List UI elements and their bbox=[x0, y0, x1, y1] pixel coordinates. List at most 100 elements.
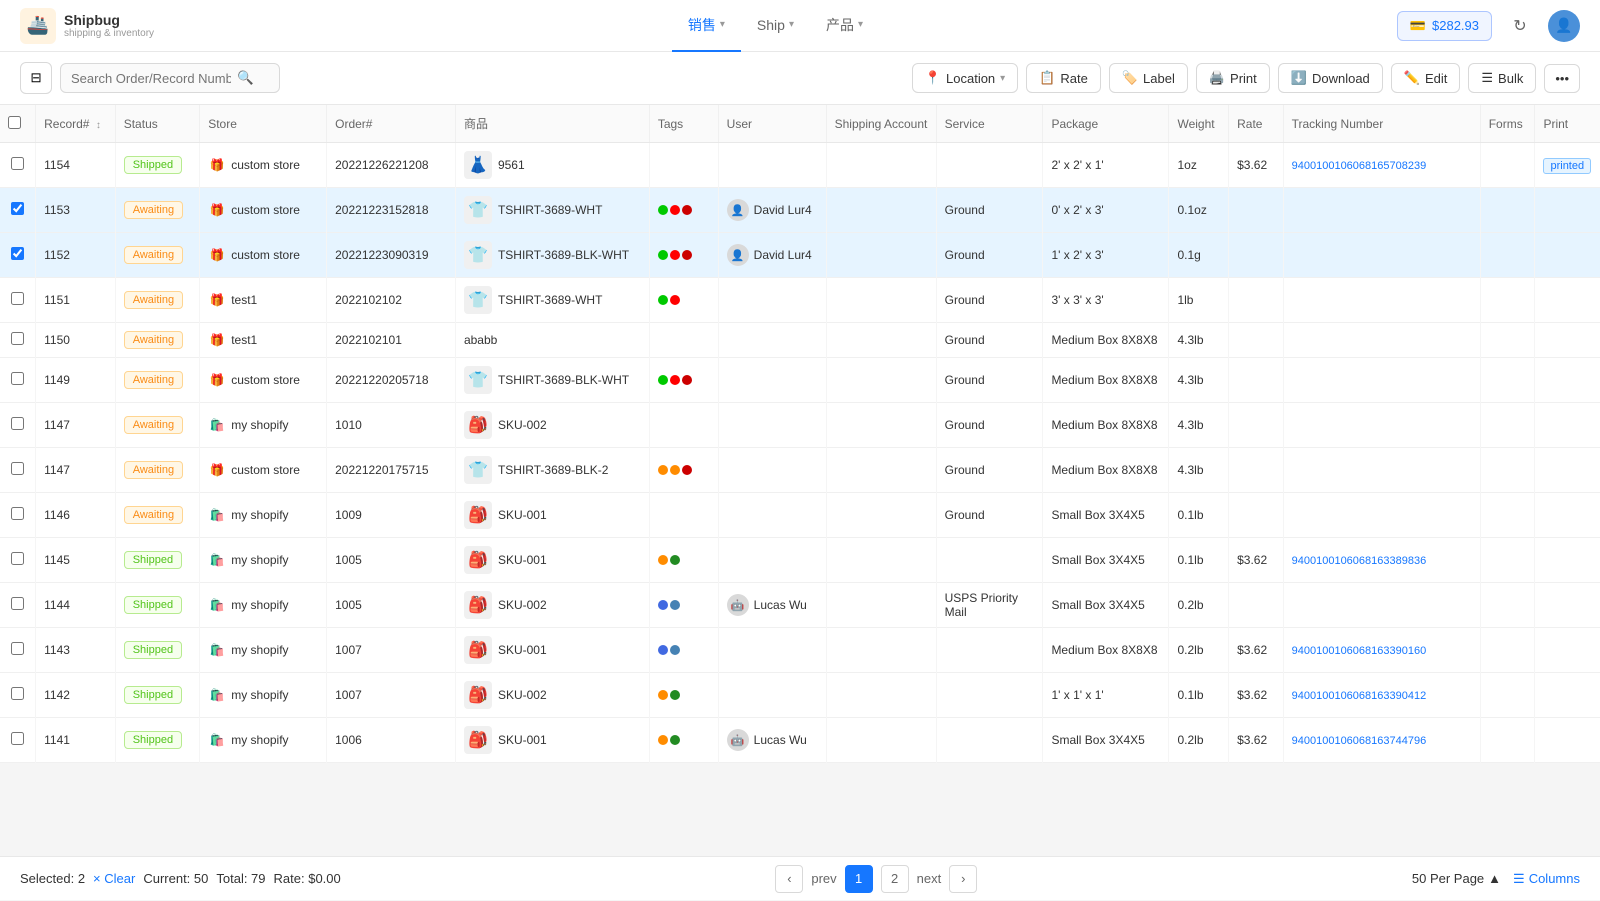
columns-button[interactable]: ☰ Columns bbox=[1513, 871, 1580, 887]
filter-button[interactable]: ⊟ bbox=[20, 62, 52, 94]
tracking-link[interactable]: 9400100106068163744796 bbox=[1292, 735, 1427, 747]
per-page-selector[interactable]: 50 Per Page ▲ bbox=[1412, 871, 1501, 886]
rate-cell bbox=[1229, 583, 1284, 628]
bulk-button[interactable]: ☰ Bulk bbox=[1468, 63, 1536, 93]
search-input[interactable] bbox=[71, 71, 231, 86]
tracking-cell bbox=[1283, 233, 1480, 278]
product-image: 🎒 bbox=[464, 681, 492, 709]
package-cell: 0' x 2' x 3' bbox=[1043, 188, 1169, 233]
row-checkbox[interactable] bbox=[11, 597, 24, 610]
th-service: Service bbox=[936, 105, 1043, 143]
print-status-cell bbox=[1535, 673, 1600, 718]
tracking-link[interactable]: 9400100106068165708239 bbox=[1292, 160, 1427, 172]
row-checkbox[interactable] bbox=[11, 372, 24, 385]
product-image: 👕 bbox=[464, 286, 492, 314]
row-checkbox[interactable] bbox=[11, 202, 24, 215]
forms-cell bbox=[1480, 323, 1535, 358]
order-number: 1007 bbox=[327, 673, 456, 718]
app-header: 🚢 Shipbug shipping & inventory 销售 ▾ Ship… bbox=[0, 0, 1600, 52]
label-button[interactable]: 🏷️ Label bbox=[1109, 63, 1188, 93]
row-checkbox[interactable] bbox=[11, 157, 24, 170]
prev-page-label[interactable]: prev bbox=[811, 871, 836, 886]
tag-dot bbox=[670, 465, 680, 475]
location-button[interactable]: 📍 Location ▾ bbox=[912, 63, 1018, 93]
row-checkbox[interactable] bbox=[11, 687, 24, 700]
rate-icon: 📋 bbox=[1039, 70, 1055, 86]
tracking-link[interactable]: 9400100106068163389836 bbox=[1292, 555, 1427, 567]
rate-cell: $3.62 bbox=[1229, 628, 1284, 673]
edit-button[interactable]: ✏️ Edit bbox=[1391, 63, 1461, 93]
user-cell: 👤David Lur4 bbox=[718, 233, 826, 278]
prev-page-button[interactable]: ‹ bbox=[775, 865, 803, 893]
more-button[interactable]: ••• bbox=[1544, 64, 1580, 93]
nav-ship[interactable]: Ship ▾ bbox=[741, 0, 810, 52]
row-checkbox[interactable] bbox=[11, 417, 24, 430]
row-checkbox[interactable] bbox=[11, 462, 24, 475]
tags-cell bbox=[649, 718, 718, 763]
next-page-label[interactable]: next bbox=[917, 871, 942, 886]
balance-button[interactable]: 💳 $282.93 bbox=[1397, 11, 1492, 41]
order-number: 2022102101 bbox=[327, 323, 456, 358]
tags-cell bbox=[649, 323, 718, 358]
record-id: 1149 bbox=[36, 358, 116, 403]
rate-cell: $3.62 bbox=[1229, 143, 1284, 188]
row-checkbox[interactable] bbox=[11, 247, 24, 260]
clear-selection-button[interactable]: × Clear bbox=[93, 871, 135, 886]
service-cell bbox=[936, 673, 1043, 718]
row-checkbox[interactable] bbox=[11, 552, 24, 565]
next-page-button[interactable]: › bbox=[949, 865, 977, 893]
package-cell: Small Box 3X4X5 bbox=[1043, 538, 1169, 583]
page-2-button[interactable]: 2 bbox=[881, 865, 909, 893]
record-id: 1147 bbox=[36, 448, 116, 493]
columns-icon: ☰ bbox=[1513, 871, 1525, 887]
store-cell: 🛍️my shopify bbox=[200, 628, 327, 673]
forms-cell bbox=[1480, 538, 1535, 583]
record-id: 1146 bbox=[36, 493, 116, 538]
tag-dot bbox=[670, 295, 680, 305]
tracking-link[interactable]: 9400100106068163390412 bbox=[1292, 690, 1427, 702]
weight-cell: 1lb bbox=[1169, 278, 1229, 323]
tracking-link[interactable]: 9400100106068163390160 bbox=[1292, 645, 1427, 657]
th-weight: Weight bbox=[1169, 105, 1229, 143]
service-cell: USPS Priority Mail bbox=[936, 583, 1043, 628]
footer-left: Selected: 2 × Clear Current: 50 Total: 7… bbox=[20, 871, 341, 886]
nav-products[interactable]: 产品 ▾ bbox=[810, 0, 879, 52]
row-checkbox[interactable] bbox=[11, 507, 24, 520]
page-1-button[interactable]: 1 bbox=[845, 865, 873, 893]
th-order: Order# bbox=[327, 105, 456, 143]
prev-arrow-icon: ‹ bbox=[787, 871, 791, 886]
select-all-checkbox[interactable] bbox=[8, 116, 21, 129]
next-arrow-icon: › bbox=[961, 871, 965, 886]
row-checkbox[interactable] bbox=[11, 292, 24, 305]
avatar-image: 👤 bbox=[1555, 17, 1572, 34]
print-status-cell bbox=[1535, 323, 1600, 358]
shipping-account-cell bbox=[826, 718, 936, 763]
tag-dot bbox=[658, 295, 668, 305]
store-icon: 🎁 bbox=[208, 331, 226, 349]
product-image: 👕 bbox=[464, 366, 492, 394]
store-cell: 🎁test1 bbox=[200, 278, 327, 323]
store-cell: 🎁custom store bbox=[200, 448, 327, 493]
download-button[interactable]: ⬇️ Download bbox=[1278, 63, 1383, 93]
forms-cell bbox=[1480, 493, 1535, 538]
row-checkbox[interactable] bbox=[11, 332, 24, 345]
record-id: 1141 bbox=[36, 718, 116, 763]
table-row: 1150Awaiting🎁test12022102101ababbGroundM… bbox=[0, 323, 1600, 358]
nav-sales[interactable]: 销售 ▾ bbox=[672, 0, 741, 52]
rate-cell: $3.62 bbox=[1229, 673, 1284, 718]
th-record[interactable]: Record# ↕ bbox=[36, 105, 116, 143]
order-number: 20221223090319 bbox=[327, 233, 456, 278]
tag-dot bbox=[658, 555, 668, 565]
avatar[interactable]: 👤 bbox=[1548, 10, 1580, 42]
row-checkbox[interactable] bbox=[11, 642, 24, 655]
tag-dot bbox=[658, 250, 668, 260]
refresh-button[interactable]: ↻ bbox=[1504, 10, 1536, 42]
rate-button[interactable]: 📋 Rate bbox=[1026, 63, 1101, 93]
tags-cell bbox=[649, 188, 718, 233]
search-button[interactable]: 🔍 bbox=[237, 70, 254, 86]
row-checkbox[interactable] bbox=[11, 732, 24, 745]
store-name: test1 bbox=[231, 333, 257, 347]
th-select-all[interactable] bbox=[0, 105, 36, 143]
product-image: 👗 bbox=[464, 151, 492, 179]
print-button[interactable]: 🖨️ Print bbox=[1196, 63, 1270, 93]
